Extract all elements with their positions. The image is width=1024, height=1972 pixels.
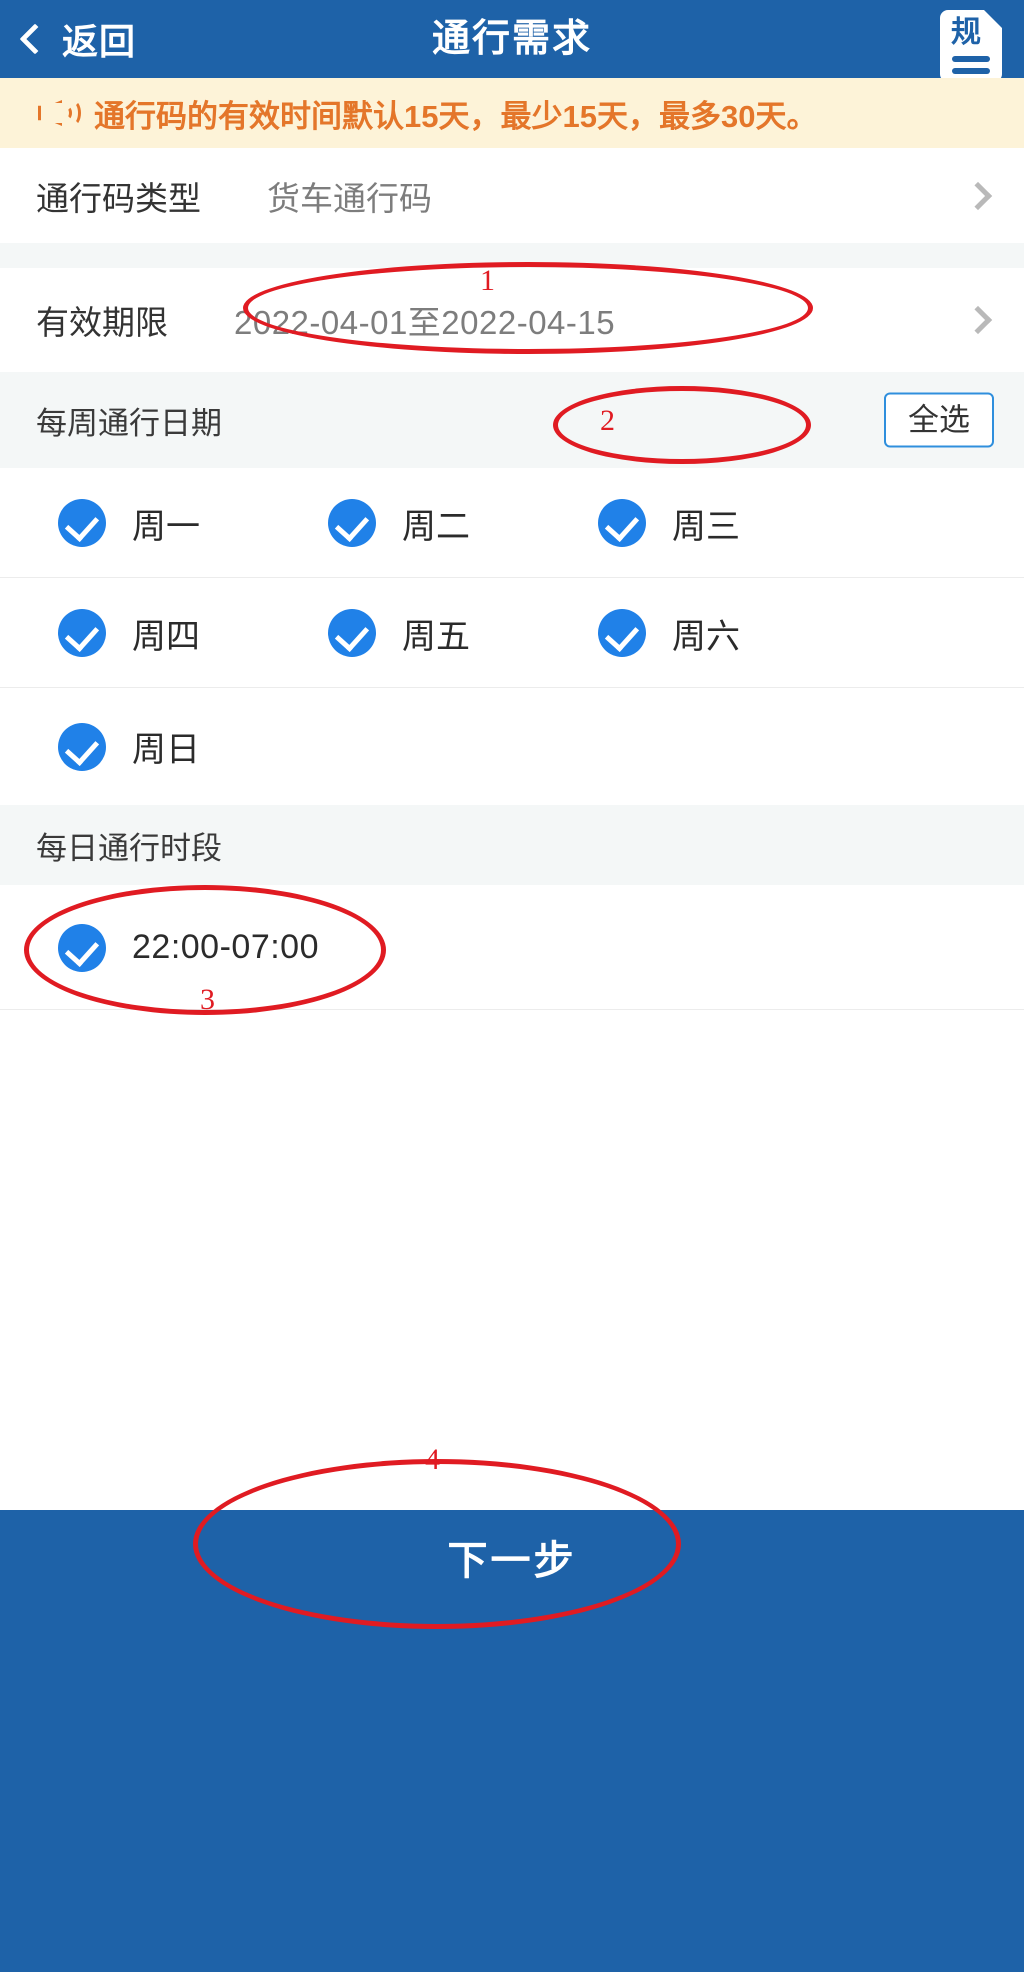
weekday-row-3: 周日 xyxy=(0,688,1024,805)
check-circle-icon[interactable] xyxy=(598,609,646,657)
daily-time-section-header: 每日通行时段 xyxy=(0,805,1024,885)
back-button[interactable]: 返回 xyxy=(19,0,137,78)
document-line-2 xyxy=(952,68,990,74)
page-title: 通行需求 xyxy=(431,18,592,60)
weekday-row-2: 周四 周五 周六 xyxy=(0,578,1024,688)
weekday-label: 周二 xyxy=(402,507,470,546)
check-circle-icon[interactable] xyxy=(58,499,106,547)
chevron-right-icon xyxy=(963,181,993,210)
weekday-checkbox-friday[interactable]: 周五 xyxy=(328,609,598,658)
weekday-checkbox-tuesday[interactable]: 周二 xyxy=(328,499,598,548)
weekday-checkbox-sunday[interactable]: 周日 xyxy=(58,722,328,771)
weekday-label: 周六 xyxy=(672,617,740,656)
pass-requirement-screen: 返回 通行需求 规 通行码的有效时间默认15天，最少15天，最多30天。 通行码… xyxy=(0,0,1024,1972)
check-circle-icon[interactable] xyxy=(58,722,106,771)
weekday-label: 周四 xyxy=(132,617,200,656)
check-circle-icon[interactable] xyxy=(58,923,106,972)
row-divider xyxy=(0,1009,1024,1010)
info-banner-text: 通行码的有效时间默认15天，最少15天，最多30天。 xyxy=(94,98,818,134)
chevron-left-icon xyxy=(19,23,51,55)
pass-type-value: 货车通行码 xyxy=(267,179,432,217)
weekday-label: 周三 xyxy=(672,507,740,546)
speaker-wave-2 xyxy=(65,100,81,126)
select-all-button[interactable]: 全选 xyxy=(884,392,994,448)
weekly-days-section-header: 每周通行日期 全选 xyxy=(0,372,1024,468)
section-gap-1 xyxy=(0,243,1024,268)
weekday-checkbox-wednesday[interactable]: 周三 xyxy=(598,499,868,548)
weekday-label: 周一 xyxy=(132,507,200,546)
valid-period-row[interactable]: 有效期限 2022-04-01至2022-04-15 xyxy=(0,268,1024,372)
valid-period-label: 有效期限 xyxy=(36,304,168,341)
check-circle-icon[interactable] xyxy=(328,499,376,547)
document-fold-corner xyxy=(984,10,1002,28)
check-circle-icon[interactable] xyxy=(328,609,376,657)
app-header: 返回 通行需求 规 xyxy=(0,0,1024,82)
rules-document-icon[interactable]: 规 xyxy=(940,10,1002,82)
speaker-icon xyxy=(38,96,81,130)
pass-type-row[interactable]: 通行码类型 货车通行码 xyxy=(0,148,1024,243)
weekday-checkbox-saturday[interactable]: 周六 xyxy=(598,609,868,658)
daily-time-title: 每日通行时段 xyxy=(36,830,222,866)
weekday-checkbox-thursday[interactable]: 周四 xyxy=(58,609,328,658)
weekly-days-title: 每周通行日期 xyxy=(36,405,222,441)
pass-type-label: 通行码类型 xyxy=(36,179,201,217)
next-step-button[interactable]: 下一步 xyxy=(0,1510,1024,1972)
back-button-label: 返回 xyxy=(62,21,137,62)
weekday-row-1: 周一 周二 周三 xyxy=(0,468,1024,578)
check-circle-icon[interactable] xyxy=(58,609,106,657)
time-slot-22-07[interactable]: 22:00-07:00 xyxy=(58,923,478,972)
time-slot-row: 22:00-07:00 xyxy=(0,885,1024,1010)
chevron-right-icon xyxy=(963,305,993,335)
speaker-horn-shape xyxy=(38,100,62,126)
time-slot-label: 22:00-07:00 xyxy=(132,928,319,966)
weekday-label: 周五 xyxy=(402,617,470,656)
annotation-number-4: 4 xyxy=(425,1443,440,1476)
valid-period-value: 2022-04-01至2022-04-15 xyxy=(234,304,616,341)
document-line-1 xyxy=(952,56,990,62)
check-circle-icon[interactable] xyxy=(598,499,646,547)
info-banner: 通行码的有效时间默认15天，最少15天，最多30天。 xyxy=(0,78,1024,148)
next-step-button-label: 下一步 xyxy=(447,1539,577,1583)
weekday-checkbox-monday[interactable]: 周一 xyxy=(58,499,328,548)
weekday-label: 周日 xyxy=(132,731,200,769)
rules-icon-char: 规 xyxy=(951,16,981,49)
